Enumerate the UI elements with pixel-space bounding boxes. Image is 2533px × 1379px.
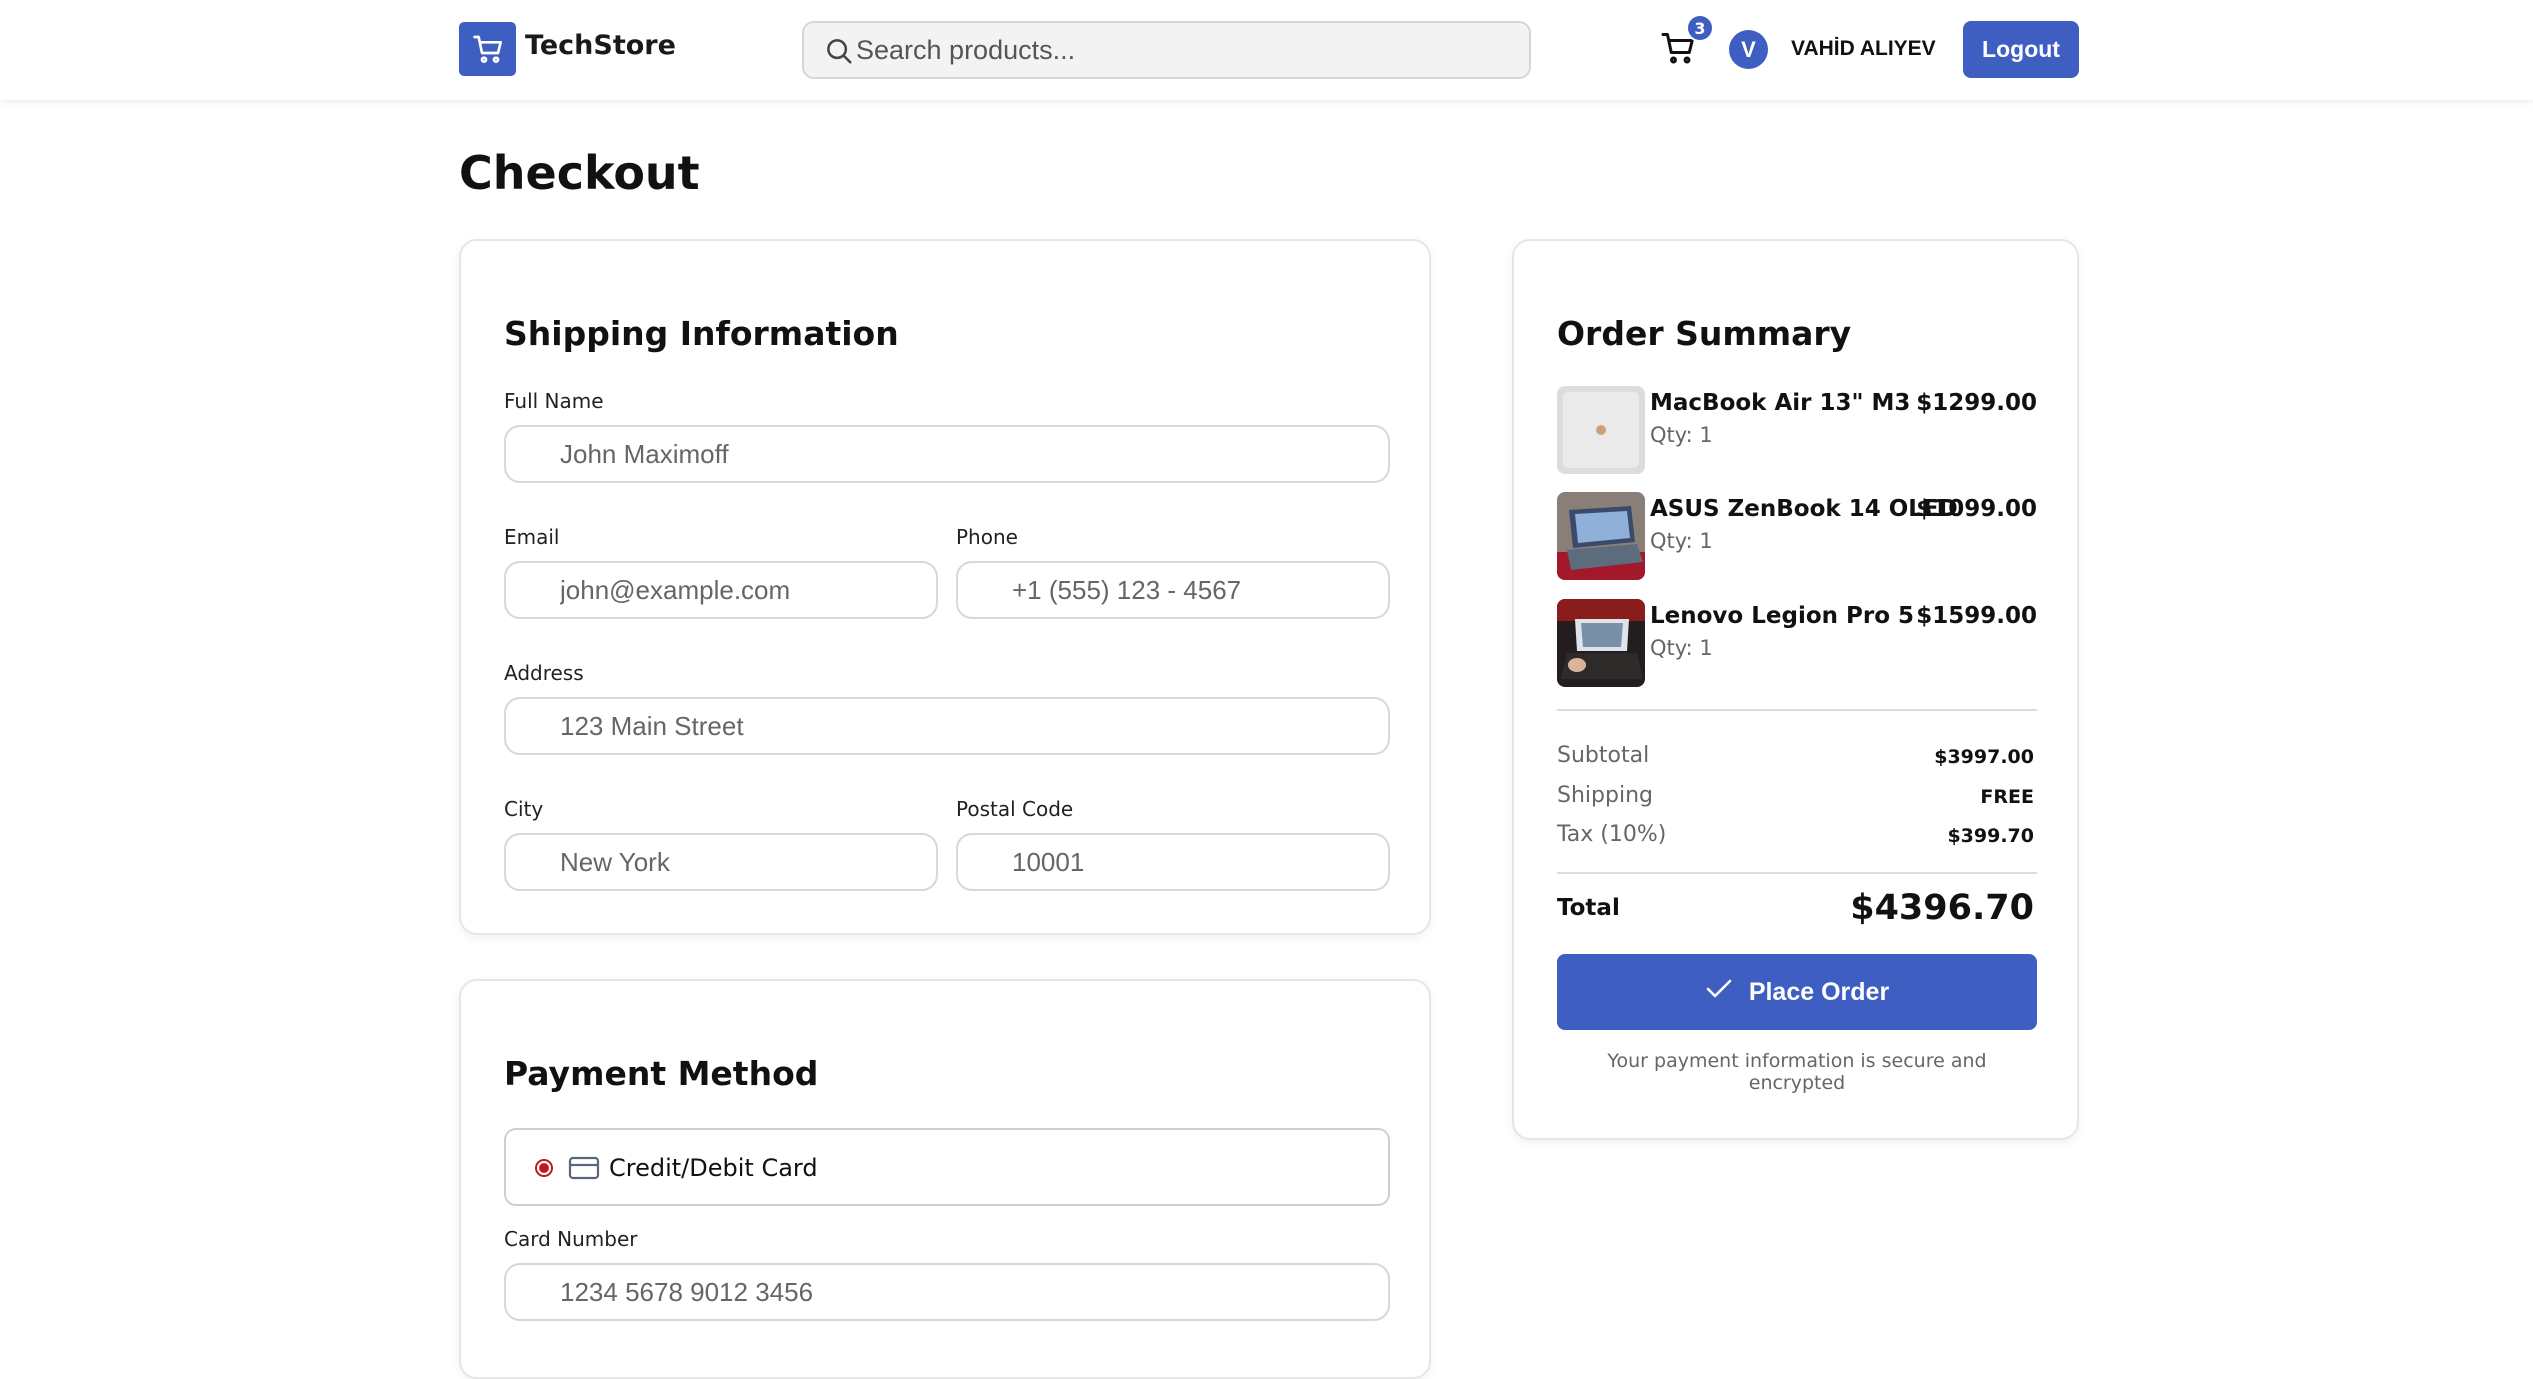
order-summary-title: Order Summary [1557,314,1852,353]
item-name: Lenovo Legion Pro 5 [1650,603,1915,629]
product-thumbnail-legion [1557,599,1645,687]
address-field-wrapper [504,697,1390,755]
tax-value: $399.70 [1947,825,2034,847]
item-qty: Qty: 1 [1650,529,1713,553]
order-summary-card: Order Summary MacBook Air 13" M3 Qty: 1 … [1512,239,2079,1140]
full-name-label: Full Name [504,389,604,413]
shipping-card: Shipping Information Full Name Email Pho… [459,239,1431,935]
full-name-field-wrapper [504,425,1390,483]
email-label: Email [504,525,560,549]
postal-code-field-wrapper [956,833,1390,891]
card-number-field-wrapper [504,1263,1390,1321]
page-title: Checkout [459,146,700,200]
phone-field-wrapper [956,561,1390,619]
item-price: $1299.00 [1916,390,2037,416]
shipping-title: Shipping Information [504,314,899,353]
postal-code-label: Postal Code [956,797,1074,821]
card-number-input[interactable] [506,1265,1388,1319]
postal-code-input[interactable] [958,835,1388,889]
brand-name[interactable]: TechStore [525,30,676,61]
credit-card-icon [568,1155,600,1185]
payment-option-label: Credit/Debit Card [609,1154,818,1182]
avatar[interactable]: V [1729,30,1768,69]
payment-radio-selected[interactable] [535,1159,553,1177]
item-qty: Qty: 1 [1650,636,1713,660]
user-name[interactable]: VAHİD ALIYEV [1791,37,1936,61]
product-thumbnail-zenbook [1557,492,1645,580]
city-input[interactable] [506,835,936,889]
phone-label: Phone [956,525,1018,549]
search-icon [824,36,854,70]
secure-payment-note: Your payment information is secure and e… [1607,1050,1987,1094]
order-item: MacBook Air 13" M3 Qty: 1 $1299.00 [1557,386,2037,474]
payment-option-card[interactable]: Credit/Debit Card [504,1128,1390,1206]
subtotal-label: Subtotal [1557,743,1650,768]
product-thumbnail-macbook [1557,386,1645,474]
shipping-label: Shipping [1557,783,1653,808]
item-price: $1099.00 [1916,496,2037,522]
item-name: ASUS ZenBook 14 OLED [1650,496,1958,522]
order-item: ASUS ZenBook 14 OLED Qty: 1 $1099.00 [1557,492,2037,580]
address-label: Address [504,661,584,685]
search-bar[interactable] [802,21,1531,79]
card-number-label: Card Number [504,1227,638,1251]
item-name: MacBook Air 13" M3 [1650,390,1911,416]
place-order-label: Place Order [1748,977,1890,1006]
address-input[interactable] [506,699,1388,753]
total-divider [1557,872,2037,874]
city-label: City [504,797,544,821]
item-price: $1599.00 [1916,603,2037,629]
subtotal-value: $3997.00 [1934,746,2034,768]
total-value: $4396.70 [1850,888,2034,928]
top-navbar: TechStore 3 V VAHİD ALIYEV Logout [0,0,2533,100]
logo-cart-icon[interactable] [459,22,516,76]
item-qty: Qty: 1 [1650,423,1713,447]
order-item: Lenovo Legion Pro 5 Qty: 1 $1599.00 [1557,599,2037,687]
tax-label: Tax (10%) [1557,822,1667,847]
search-input[interactable] [856,23,1506,77]
summary-divider [1557,709,2037,711]
payment-card: Payment Method Credit/Debit Card Card Nu… [459,979,1431,1379]
full-name-input[interactable] [506,427,1388,481]
email-field-wrapper [504,561,938,619]
cart-count-badge: 3 [1686,14,1714,42]
email-input[interactable] [506,563,936,617]
shipping-value: FREE [1980,786,2034,808]
logout-button[interactable]: Logout [1963,21,2079,78]
phone-input[interactable] [958,563,1388,617]
city-field-wrapper [504,833,938,891]
place-order-button[interactable]: Place Order [1557,954,2037,1030]
total-label: Total [1557,895,1620,921]
check-icon [1705,977,1733,1008]
payment-title: Payment Method [504,1054,819,1093]
